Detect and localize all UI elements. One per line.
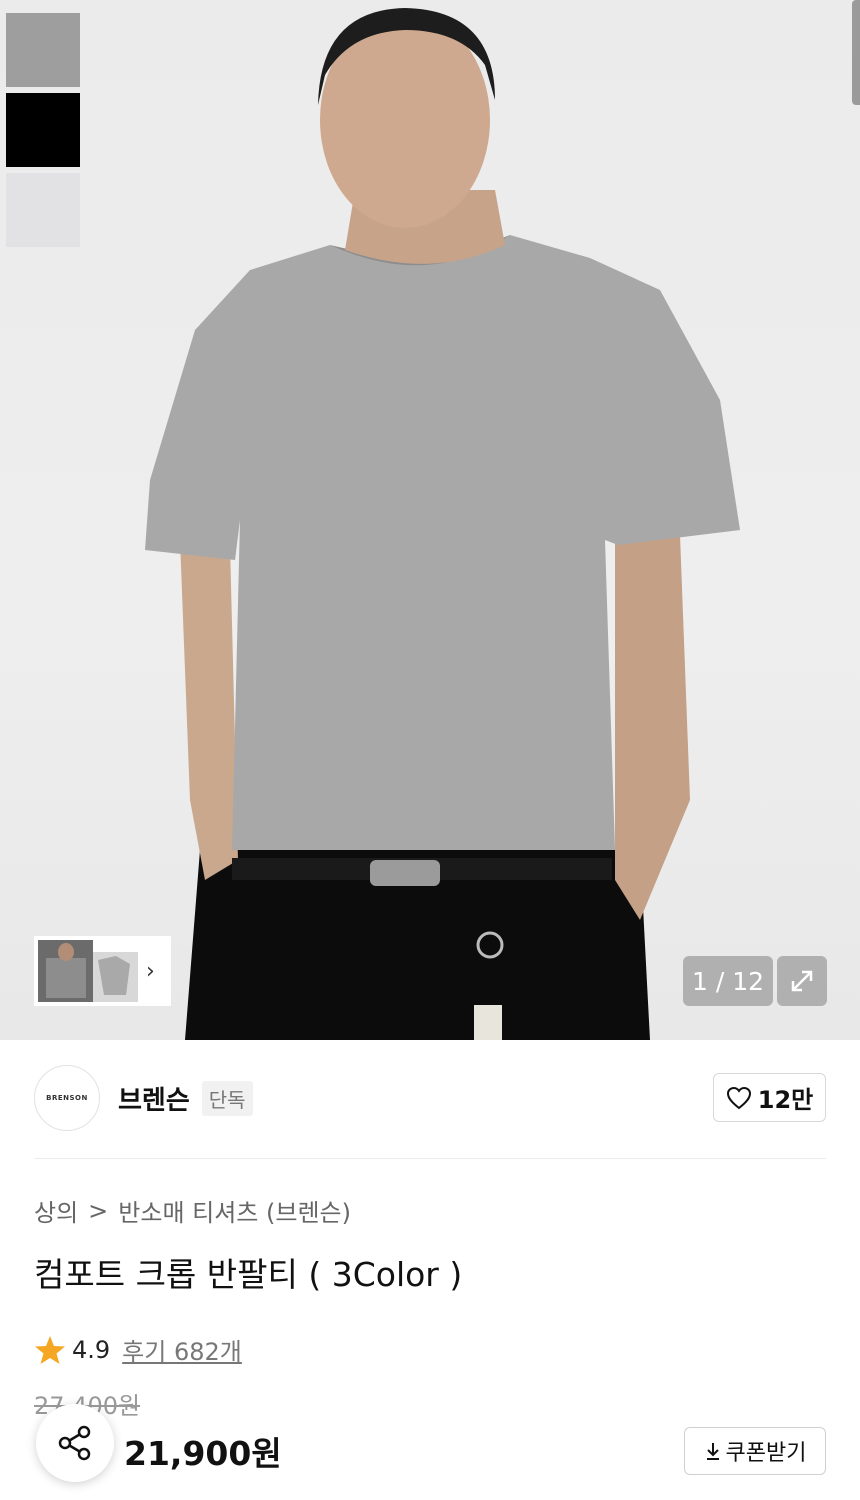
expand-button[interactable] [777,956,827,1006]
color-swatch-gray[interactable] [6,13,80,87]
image-counter: 1 / 12 [683,956,773,1006]
divider [34,1158,826,1159]
scroll-indicator [852,0,860,105]
heart-icon [726,1086,751,1109]
color-swatch-light-gray[interactable] [6,173,80,247]
brand-logo[interactable]: BRENSON [34,1065,100,1131]
brand-row: BRENSON 브렌슨 단독 12만 [34,1064,826,1132]
color-swatch-list [6,13,80,247]
like-button[interactable]: 12만 [713,1073,826,1122]
product-photo [145,8,740,1040]
expand-icon [791,970,813,992]
product-title: 컴포트 크롭 반팔티 ( 3Color ) [34,1255,463,1294]
chevron-right-icon: > [88,1196,109,1225]
review-link[interactable]: 후기 682개 [122,1332,242,1367]
thumbnail-strip[interactable]: › [34,936,171,1006]
product-image-gallery[interactable]: › 1 / 12 [0,0,860,1040]
star-icon [35,1335,65,1364]
coupon-label: 쿠폰받기 [725,1441,807,1466]
color-swatch-black[interactable] [6,93,80,167]
like-count: 12만 [757,1086,814,1114]
share-button[interactable] [36,1404,114,1482]
rating-row: 4.9 후기 682개 [34,1332,242,1367]
breadcrumb: 상의 > 반소매 티셔츠 (브렌슨) [34,1193,351,1228]
rating-value: 4.9 [72,1335,111,1364]
brand-name[interactable]: 브렌슨 [118,1080,190,1117]
coupon-button[interactable]: 쿠폰받기 [684,1427,826,1475]
thumbnail-image [38,940,138,1002]
sale-price: 21,900원 [124,1434,282,1473]
brand-logo-text: BRENSON [46,1094,88,1102]
exclusive-badge: 단독 [201,1080,253,1116]
chevron-right-icon[interactable]: › [146,959,155,984]
breadcrumb-category[interactable]: 상의 [34,1193,78,1228]
share-icon [58,1425,91,1461]
download-icon [706,1443,719,1460]
breadcrumb-subcategory[interactable]: 반소매 티셔츠 (브렌슨) [118,1193,351,1228]
